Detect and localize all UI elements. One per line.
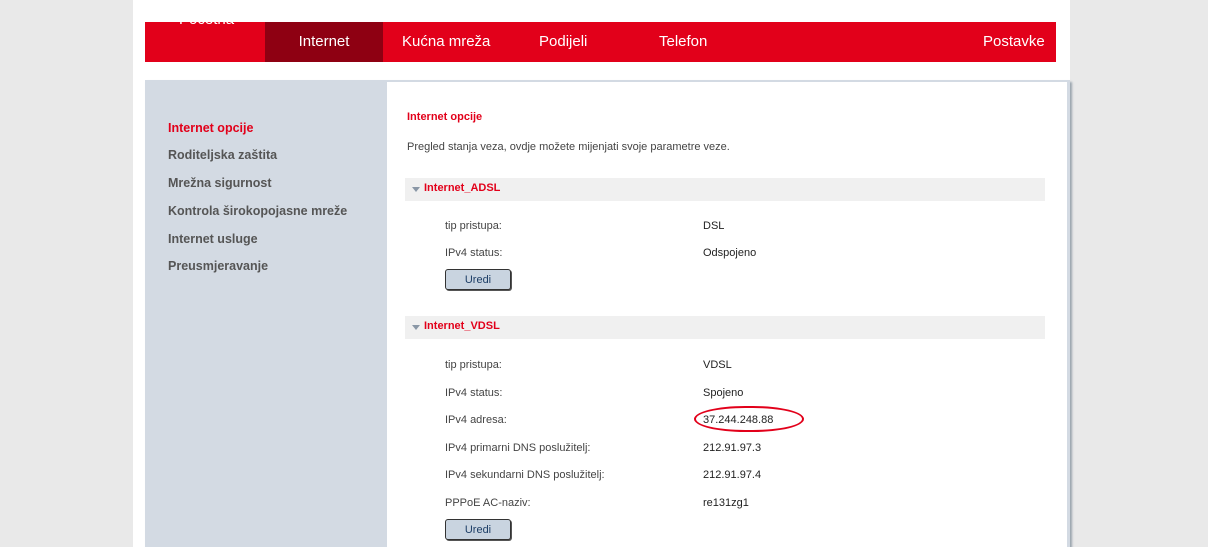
edit-vdsl-button[interactable]: Uredi [445,519,511,540]
field-value-access-type: VDSL [703,359,732,371]
sidebar-item-internet-opcije[interactable]: Internet opcije [168,121,253,135]
nav-item-internet[interactable]: Internet [265,22,383,62]
nav-item-telefon[interactable]: Telefon [659,22,707,62]
nav-item-postavke[interactable]: Postavke [983,22,1045,62]
field-value-secondary-dns: 212.91.97.4 [703,469,762,481]
section-header-internet-adsl[interactable]: Internet_ADSL [405,178,1045,201]
sidebar-item-roditeljska-zastita[interactable]: Roditeljska zaštita [168,148,277,162]
nav-item-pocetna[interactable]: Početna [179,0,234,40]
field-label-primary-dns: IPv4 primarni DNS poslužitelj: [445,442,591,454]
section-title: Internet_ADSL [424,182,501,194]
section-header-internet-vdsl[interactable]: Internet_VDSL [405,316,1045,339]
collapse-caret-icon [412,187,420,192]
field-value-pppoe-ac-name: re131zg1 [703,497,749,509]
field-value-ipv4-status: Spojeno [703,387,744,399]
sidebar-item-internet-usluge[interactable]: Internet usluge [168,232,258,246]
field-label-ipv4-address: IPv4 adresa: [445,414,507,426]
sidebar-item-mrezna-sigurnost[interactable]: Mrežna sigurnost [168,176,272,190]
field-value-ipv4-status: Odspojeno [703,247,757,259]
edit-adsl-button[interactable]: Uredi [445,269,511,290]
section-title: Internet_VDSL [424,320,500,332]
nav-item-podijeli[interactable]: Podijeli [539,22,587,62]
field-label-access-type: tip pristupa: [445,359,502,371]
field-label-access-type: tip pristupa: [445,220,502,232]
field-label-secondary-dns: IPv4 sekundarni DNS poslužitelj: [445,469,605,481]
sidebar-item-preusmjeravanje[interactable]: Preusmjeravanje [168,259,268,273]
ip-address-highlight-circle [694,406,804,432]
field-label-ipv4-status: IPv4 status: [445,387,503,399]
sidebar-item-kontrola-sirokopojasne-mreze[interactable]: Kontrola širokopojasne mreže [168,204,347,218]
nav-item-kucna-mreza[interactable]: Kućna mreža [402,22,490,62]
collapse-caret-icon [412,325,420,330]
field-label-ipv4-status: IPv4 status: [445,247,503,259]
page-title: Internet opcije [407,111,483,123]
page-description: Pregled stanja veza, ovdje možete mijenj… [407,141,730,153]
field-value-primary-dns: 212.91.97.3 [703,442,762,454]
field-value-access-type: DSL [703,220,725,232]
field-label-pppoe-ac-name: PPPoE AC-naziv: [445,497,531,509]
